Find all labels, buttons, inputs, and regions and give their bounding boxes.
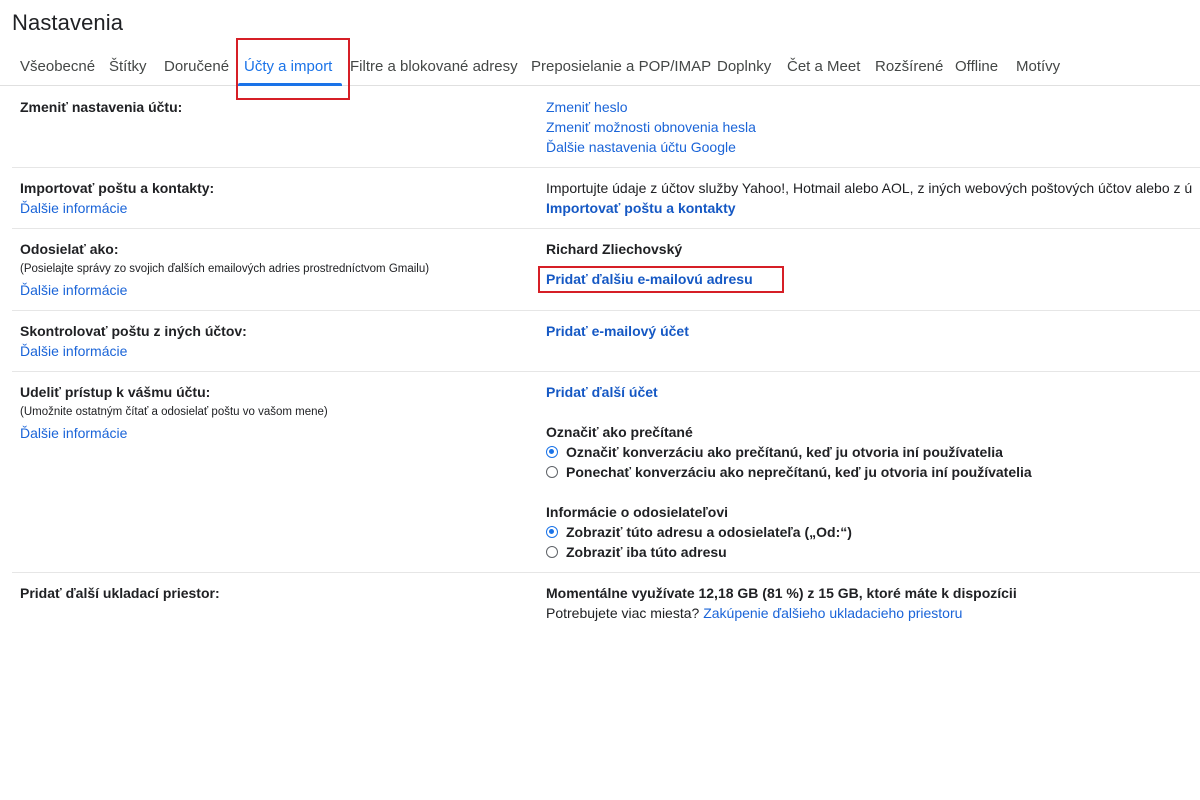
radio-button[interactable] (546, 466, 558, 478)
import-label: Importovať poštu a kontakty: (20, 180, 215, 196)
add-email-address-link[interactable]: Pridať ďalšiu e-mailovú adresu (546, 271, 753, 287)
tab-addons[interactable]: Doplnky (717, 58, 771, 75)
radio-button[interactable] (546, 546, 558, 558)
show-address-only-option[interactable]: Zobraziť iba túto adresu (546, 544, 727, 560)
import-more-info-link[interactable]: Ďalšie informácie (20, 200, 127, 216)
settings-tabs: Všeobecné Štítky Doručené Účty a import … (0, 46, 1200, 86)
storage-label: Pridať ďalší ukladací priestor: (20, 585, 220, 601)
tab-accounts-import[interactable]: Účty a import (244, 58, 332, 75)
buy-storage-link[interactable]: Zakúpenie ďalšieho ukladacieho priestoru (703, 605, 962, 621)
divider (12, 371, 1200, 372)
send-as-more-info-link[interactable]: Ďalšie informácie (20, 282, 127, 298)
divider (12, 167, 1200, 168)
tab-advanced[interactable]: Rozšírené (875, 58, 943, 75)
sender-name: Richard Zliechovský (546, 241, 683, 257)
check-mail-label: Skontrolovať poštu z iných účtov: (20, 323, 247, 339)
divider (12, 310, 1200, 311)
tab-offline[interactable]: Offline (955, 58, 998, 75)
grant-access-label: Udeliť prístup k vášmu účtu: (20, 384, 211, 400)
send-as-sublabel: (Posielajte správy zo svojich ďalších em… (20, 263, 430, 275)
mark-read-option[interactable]: Označiť konverzáciu ako prečítanú, keď j… (546, 444, 1003, 460)
keep-unread-option[interactable]: Ponechať konverzáciu ako neprečítanú, ke… (546, 464, 1032, 480)
change-password-link[interactable]: Zmeniť heslo (546, 99, 628, 115)
change-recovery-link[interactable]: Zmeniť možnosti obnovenia hesla (546, 119, 756, 135)
storage-usage: Momentálne využívate 12,18 GB (81 %) z 1… (546, 585, 1017, 601)
check-mail-more-info-link[interactable]: Ďalšie informácie (20, 343, 127, 359)
add-another-account-link[interactable]: Pridať ďalší účet (546, 384, 658, 400)
sender-info-title: Informácie o odosielateľovi (546, 504, 728, 520)
change-account-label: Zmeniť nastavenia účtu: (20, 99, 183, 115)
storage-need-more: Potrebujete viac miesta? Zakúpenie ďalši… (546, 605, 962, 621)
active-tab-indicator (238, 83, 342, 86)
radio-button-checked[interactable] (546, 526, 558, 538)
tab-filters[interactable]: Filtre a blokované adresy (350, 58, 518, 75)
radio-button-checked[interactable] (546, 446, 558, 458)
add-mail-account-link[interactable]: Pridať e-mailový účet (546, 323, 689, 339)
mark-read-title: Označiť ako prečítané (546, 424, 693, 440)
import-description: Importujte údaje z účtov služby Yahoo!, … (546, 180, 1193, 196)
tab-labels[interactable]: Štítky (109, 58, 147, 75)
show-address-and-sender-option[interactable]: Zobraziť túto adresu a odosielateľa („Od… (546, 524, 852, 540)
divider (12, 572, 1200, 573)
google-account-settings-link[interactable]: Ďalšie nastavenia účtu Google (546, 139, 736, 155)
tab-inbox[interactable]: Doručené (164, 58, 229, 75)
import-mail-contacts-link[interactable]: Importovať poštu a kontakty (546, 200, 736, 216)
radio-label: Zobraziť túto adresu a odosielateľa („Od… (566, 524, 852, 540)
radio-label: Zobraziť iba túto adresu (566, 544, 727, 560)
divider (12, 228, 1200, 229)
page-title: Nastavenia (12, 10, 124, 35)
radio-label: Označiť konverzáciu ako prečítanú, keď j… (566, 444, 1003, 460)
grant-access-more-info-link[interactable]: Ďalšie informácie (20, 425, 127, 441)
tab-forwarding-pop-imap[interactable]: Preposielanie a POP/IMAP (531, 58, 711, 75)
tab-chat-meet[interactable]: Čet a Meet (787, 58, 860, 75)
tab-general[interactable]: Všeobecné (20, 58, 95, 75)
need-more-text: Potrebujete viac miesta? (546, 605, 700, 621)
grant-access-sublabel: (Umožnite ostatným čítať a odosielať poš… (20, 406, 328, 418)
radio-label: Ponechať konverzáciu ako neprečítanú, ke… (566, 464, 1032, 480)
send-as-label: Odosielať ako: (20, 241, 119, 257)
tab-themes[interactable]: Motívy (1016, 58, 1060, 75)
